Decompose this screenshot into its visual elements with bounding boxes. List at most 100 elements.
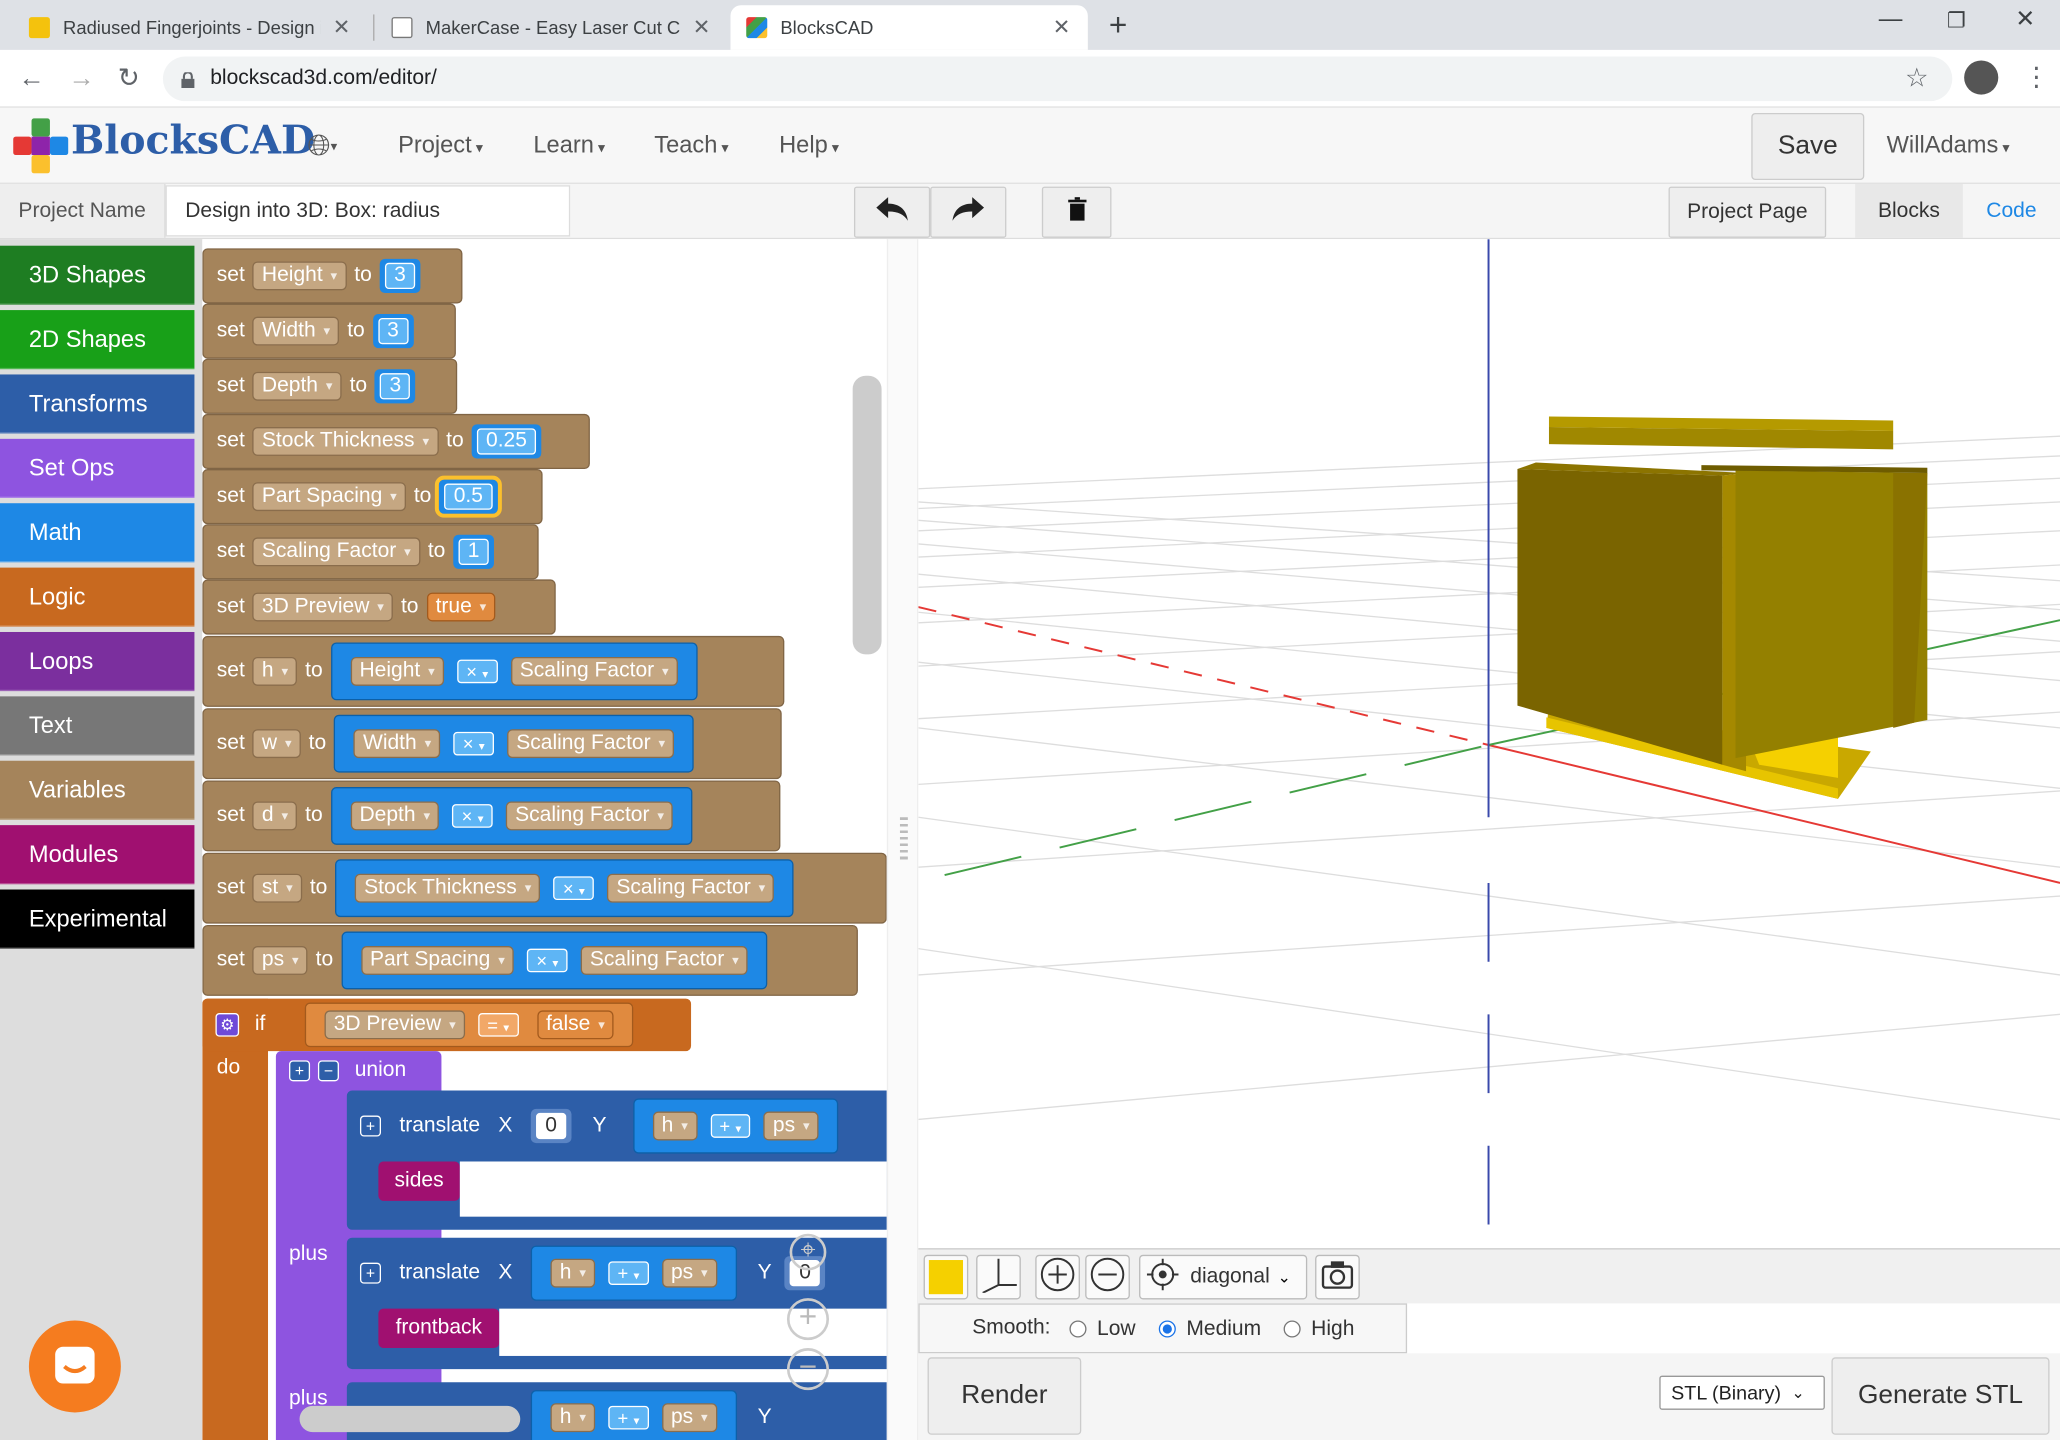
smooth-low-radio[interactable]: Low <box>1069 1318 1136 1342</box>
tab-code[interactable]: Code <box>1963 184 2060 238</box>
set-scaling-factor-block[interactable]: set Scaling Factor to 1 <box>202 524 539 580</box>
multiply-block[interactable]: Depth × Scaling Factor <box>330 787 693 845</box>
var-dropdown[interactable]: h <box>550 1403 596 1433</box>
color-picker-button[interactable] <box>923 1254 969 1300</box>
number-value[interactable]: 3 <box>380 373 411 400</box>
number-block-selected[interactable]: 0.5 <box>435 475 502 518</box>
smooth-high-radio[interactable]: High <box>1283 1318 1354 1342</box>
category-loops[interactable]: Loops <box>0 631 195 692</box>
minus-icon[interactable]: − <box>317 1060 339 1082</box>
set-depth-block[interactable]: set Depthto 3 <box>202 358 458 414</box>
gear-icon[interactable]: ⚙ <box>215 1013 240 1037</box>
set-h-block[interactable]: sethto Height × Scaling Factor <box>202 635 785 707</box>
multiply-block[interactable]: Stock Thickness × Scaling Factor <box>335 859 795 918</box>
chat-launcher-button[interactable] <box>28 1320 121 1413</box>
delete-button[interactable] <box>1041 186 1112 238</box>
horizontal-scrollbar[interactable] <box>299 1405 521 1433</box>
operator-dropdown[interactable]: = <box>478 1013 519 1037</box>
category-3d-shapes[interactable]: 3D Shapes <box>0 245 195 305</box>
number-value[interactable]: 1 <box>458 538 489 565</box>
zoom-in-view-button[interactable] <box>1035 1254 1080 1300</box>
number-value[interactable]: 0.25 <box>476 428 537 455</box>
menu-project[interactable]: Project ▾ <box>398 131 483 159</box>
set-part-spacing-block[interactable]: set Part Spacing to 0.5 <box>202 469 543 525</box>
zoom-out-view-button[interactable] <box>1085 1254 1130 1300</box>
redo-button[interactable] <box>930 186 1007 238</box>
zoom-out-icon[interactable]: − <box>786 1348 830 1391</box>
set-ps-block[interactable]: setpsto Part Spacing × Scaling Factor <box>202 924 858 996</box>
add-block[interactable]: h + ps <box>530 1245 737 1301</box>
vertical-scrollbar[interactable] <box>852 375 882 655</box>
var-dropdown[interactable]: Part Spacing <box>252 482 406 512</box>
module-call-frontback[interactable]: frontback <box>378 1308 500 1349</box>
var-dropdown[interactable]: h <box>550 1258 596 1288</box>
multiply-block[interactable]: Height × Scaling Factor <box>330 642 698 701</box>
category-set-ops[interactable]: Set Ops <box>0 438 195 498</box>
boolean-dropdown[interactable]: false <box>536 1010 615 1040</box>
screenshot-button[interactable] <box>1315 1254 1360 1300</box>
minimize-icon[interactable]: — <box>1879 5 1903 33</box>
bookmark-star-icon[interactable]: ☆ <box>1905 62 1929 95</box>
render-button[interactable]: Render <box>927 1357 1082 1435</box>
set-width-block[interactable]: set Widthto 3 <box>202 303 456 359</box>
splitter-handle-icon[interactable] <box>899 817 908 862</box>
var-dropdown[interactable]: ps <box>252 946 308 975</box>
category-transforms[interactable]: Transforms <box>0 374 195 434</box>
close-tab-icon[interactable]: ✕ <box>691 14 712 40</box>
if-block[interactable]: ⚙ if 3D Preview = false <box>202 998 692 1052</box>
category-2d-shapes[interactable]: 2D Shapes <box>0 310 195 370</box>
module-call-sides[interactable]: sides <box>378 1161 460 1201</box>
compare-block[interactable]: 3D Preview = false <box>304 1002 634 1048</box>
var-dropdown[interactable]: Scaling Factor <box>510 656 678 686</box>
reload-icon[interactable]: ↻ <box>110 60 147 97</box>
operator-dropdown[interactable]: × <box>453 731 494 756</box>
browser-menu-icon[interactable]: ⋮ <box>2023 60 2049 93</box>
save-button[interactable]: Save <box>1751 112 1865 181</box>
var-dropdown[interactable]: Depth <box>252 371 342 401</box>
operator-dropdown[interactable]: + <box>608 1405 649 1430</box>
view-select[interactable]: diagonal ⌄ <box>1139 1254 1308 1300</box>
new-tab-icon[interactable]: + <box>1109 8 1127 45</box>
var-dropdown[interactable]: 3D Preview <box>252 592 394 622</box>
var-dropdown[interactable]: Width <box>252 316 340 346</box>
category-experimental[interactable]: Experimental <box>0 889 195 949</box>
plus-icon[interactable]: + <box>289 1060 311 1082</box>
zoom-reset-icon[interactable]: ⌖ <box>789 1233 827 1271</box>
number-block[interactable]: 3 <box>379 258 421 293</box>
operator-dropdown[interactable]: × <box>553 876 595 901</box>
number-value[interactable]: 3 <box>384 262 415 290</box>
var-dropdown[interactable]: Scaling Factor <box>580 946 748 975</box>
number-block[interactable]: 0.25 <box>471 424 542 459</box>
var-dropdown[interactable]: Scaling Factor <box>505 801 674 831</box>
close-window-icon[interactable]: ✕ <box>2015 5 2035 33</box>
var-dropdown[interactable]: Depth <box>350 801 440 831</box>
set-height-block[interactable]: set Height to 3 <box>202 248 463 304</box>
var-dropdown[interactable]: ps <box>661 1403 717 1433</box>
var-dropdown[interactable]: 3D Preview <box>324 1010 465 1040</box>
category-text[interactable]: Text <box>0 696 195 756</box>
var-dropdown[interactable]: Scaling Factor <box>507 729 675 759</box>
category-math[interactable]: Math <box>0 503 195 563</box>
set-st-block[interactable]: setstto Stock Thickness × Scaling Factor <box>202 852 887 924</box>
number-block[interactable]: 3 <box>374 369 416 404</box>
smooth-medium-radio[interactable]: Medium <box>1158 1318 1261 1342</box>
number-block[interactable]: 1 <box>453 534 494 569</box>
zoom-in-icon[interactable]: + <box>786 1298 830 1341</box>
blocks-workspace[interactable]: setHeightto 3 setWidthto 3 setDepthto 3 … <box>202 239 887 1440</box>
var-dropdown[interactable]: ps <box>661 1258 717 1288</box>
set-w-block[interactable]: setwto Width × Scaling Factor <box>202 708 782 780</box>
close-tab-icon[interactable]: ✕ <box>1051 14 1072 40</box>
tab-blocks[interactable]: Blocks <box>1855 183 1963 238</box>
set-3d-preview-block[interactable]: set 3D Preview to true <box>202 579 556 635</box>
close-tab-icon[interactable]: ✕ <box>331 14 352 40</box>
add-block[interactable]: h + ps <box>632 1098 839 1154</box>
boolean-dropdown[interactable]: true <box>426 592 496 622</box>
var-dropdown[interactable]: h <box>652 1111 698 1141</box>
multiply-block[interactable]: Part Spacing × Scaling Factor <box>341 931 768 990</box>
var-dropdown[interactable]: Width <box>353 729 441 759</box>
operator-dropdown[interactable]: + <box>710 1114 751 1138</box>
var-dropdown[interactable]: Height <box>350 656 444 686</box>
set-stock-thickness-block[interactable]: set Stock Thickness to 0.25 <box>202 413 590 470</box>
add-block[interactable]: h + ps <box>530 1390 737 1440</box>
menu-help[interactable]: Help ▾ <box>779 131 839 159</box>
